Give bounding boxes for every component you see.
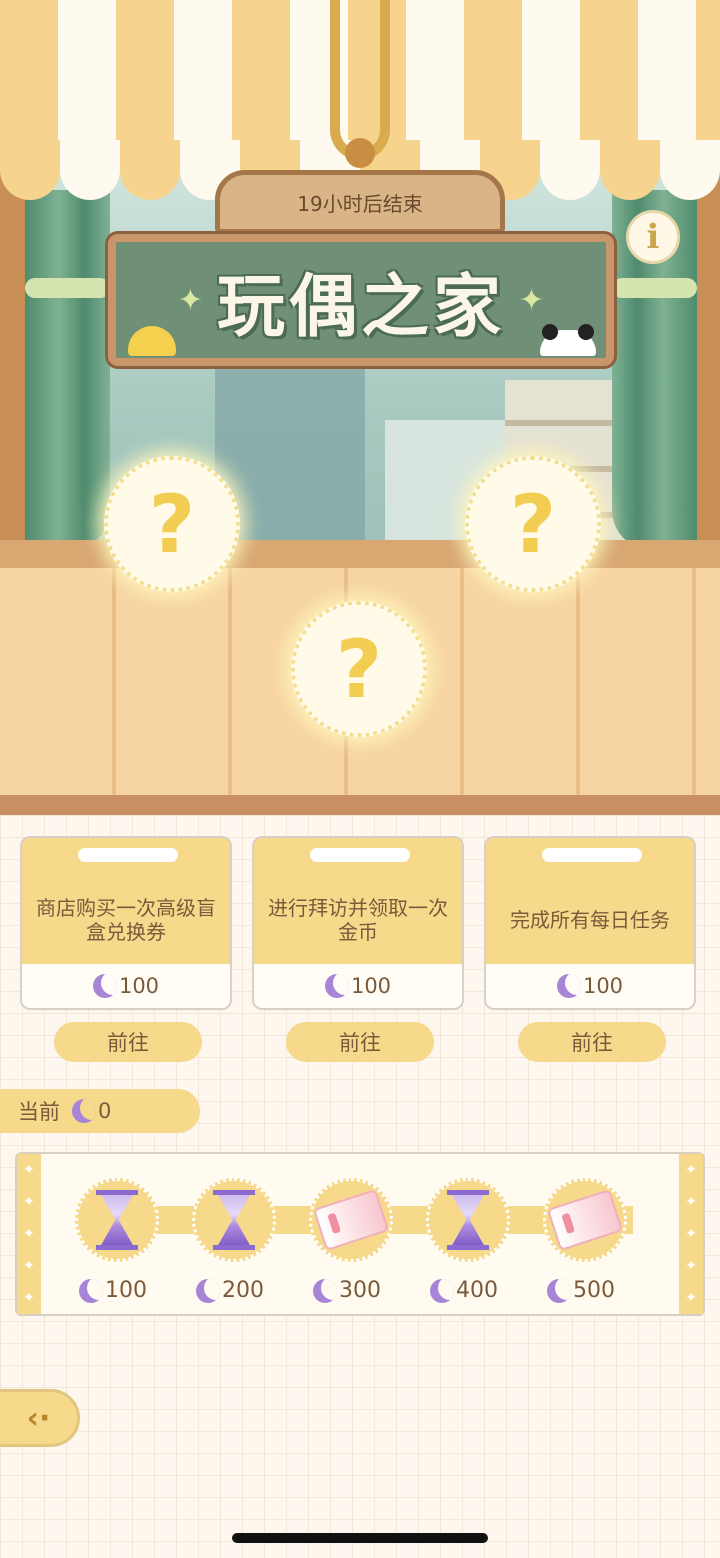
rope-knot	[345, 138, 375, 168]
home-indicator[interactable]	[232, 1533, 488, 1543]
panda-icon	[540, 324, 596, 356]
task-card: 完成所有每日任务 100	[484, 836, 696, 1010]
milestone-threshold: 500	[547, 1278, 615, 1303]
curtain-tie	[25, 278, 110, 298]
milestone-reward[interactable]	[192, 1178, 276, 1262]
task-reward: 100	[22, 974, 230, 998]
current-label: 当前	[18, 1100, 60, 1124]
moon-icon	[72, 1099, 96, 1123]
shop-scene: 19小时后结束 ✦ 玩偶之家 ✦ i ? ? ?	[0, 0, 720, 815]
panel-side-strip: ✦ ✦ ✦ ✦ ✦	[679, 1154, 703, 1314]
curtain-tie	[612, 278, 697, 298]
current-value: 0	[98, 1099, 112, 1123]
mystery-slot-right[interactable]: ?	[465, 456, 601, 592]
sign-rope	[330, 0, 390, 160]
milestone-reward[interactable]	[309, 1178, 393, 1262]
sparkle-icon: ✦	[519, 282, 545, 318]
task-reward-value: 100	[118, 974, 160, 998]
milestone-reward[interactable]	[543, 1178, 627, 1262]
countdown-text: 19小时后结束	[297, 191, 423, 216]
hourglass-icon	[213, 1190, 255, 1250]
milestone-threshold-value: 500	[573, 1278, 615, 1303]
mystery-slot-left[interactable]: ?	[104, 456, 240, 592]
task-card: 进行拜访并领取一次金币 100	[252, 836, 464, 1010]
milestone-threshold-value: 200	[222, 1278, 264, 1303]
task-reward-value: 100	[350, 974, 392, 998]
task-reward-value: 100	[582, 974, 624, 998]
current-points-bar: 当前 0	[0, 1089, 200, 1133]
back-arrow-icon: ‹·	[26, 1400, 51, 1436]
event-title-sign: ✦ 玩偶之家 ✦	[108, 234, 614, 366]
ticket-icon	[546, 1188, 624, 1252]
question-mark-icon: ?	[148, 477, 196, 571]
milestone-reward[interactable]	[426, 1178, 510, 1262]
milestone-reward[interactable]	[75, 1178, 159, 1262]
info-button[interactable]: i	[626, 210, 680, 264]
question-mark-icon: ?	[335, 622, 383, 716]
hourglass-icon	[96, 1190, 138, 1250]
question-mark-icon: ?	[509, 477, 557, 571]
milestone-threshold-value: 400	[456, 1278, 498, 1303]
moon-icon	[79, 1278, 103, 1303]
milestone-panel: ✦ ✦ ✦ ✦ ✦ ✦ ✦ ✦ ✦ ✦ 100 200 300 400 500	[15, 1152, 705, 1316]
countdown-plate: 19小时后结束	[215, 170, 505, 234]
event-title: 玩偶之家	[216, 267, 505, 347]
floor-edge	[0, 795, 720, 815]
milestone-threshold: 300	[313, 1278, 381, 1303]
task-description: 商店购买一次高级盲盒兑换券	[36, 896, 216, 944]
task-description: 进行拜访并领取一次金币	[268, 896, 448, 944]
milestone-threshold: 400	[430, 1278, 498, 1303]
ticket-icon	[312, 1188, 390, 1252]
moon-icon	[324, 974, 349, 998]
go-button[interactable]: 前往	[518, 1022, 666, 1062]
go-button[interactable]: 前往	[54, 1022, 202, 1062]
milestone-threshold-value: 100	[105, 1278, 147, 1303]
left-curtain	[25, 190, 110, 550]
go-button[interactable]: 前往	[286, 1022, 434, 1062]
back-button[interactable]: ‹·	[0, 1389, 80, 1447]
milestone-threshold: 100	[79, 1278, 147, 1303]
task-reward: 100	[254, 974, 462, 998]
moon-icon	[556, 974, 581, 998]
moon-icon	[196, 1278, 220, 1303]
info-icon: i	[646, 217, 660, 257]
sparkle-icon: ✦	[177, 282, 203, 318]
panel-side-strip: ✦ ✦ ✦ ✦ ✦	[17, 1154, 41, 1314]
task-description: 完成所有每日任务	[510, 908, 670, 932]
task-card: 商店购买一次高级盲盒兑换券 100	[20, 836, 232, 1010]
moon-icon	[313, 1278, 337, 1303]
task-reward: 100	[486, 974, 694, 998]
mystery-slot-center[interactable]: ?	[291, 601, 427, 737]
milestone-threshold: 200	[196, 1278, 264, 1303]
moon-icon	[430, 1278, 454, 1303]
moon-icon	[547, 1278, 571, 1303]
moon-icon	[92, 974, 117, 998]
milestone-threshold-value: 300	[339, 1278, 381, 1303]
hourglass-icon	[447, 1190, 489, 1250]
